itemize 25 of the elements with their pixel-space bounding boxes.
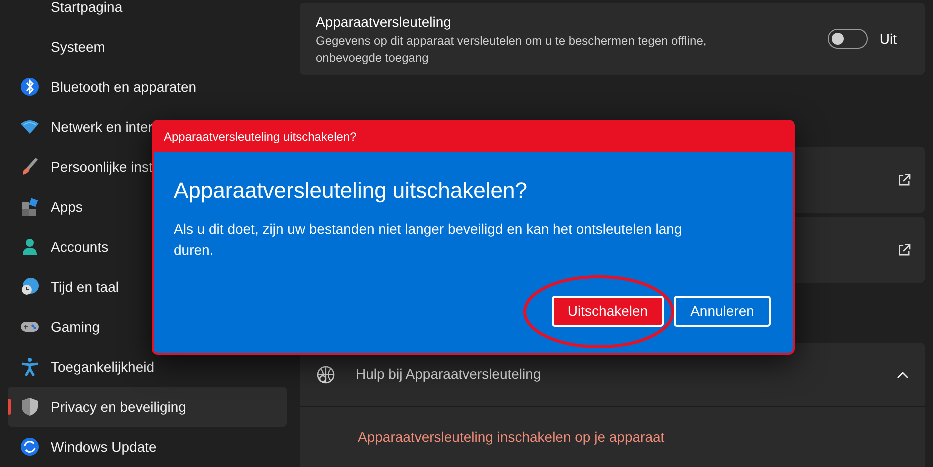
help-link[interactable]: Apparaatversleuteling inschakelen op je apparaat (358, 426, 925, 448)
sidebar-item[interactable]: Windows Update (8, 427, 287, 467)
refresh-icon (20, 437, 40, 457)
bluetooth-icon (20, 77, 40, 97)
external-link-icon (898, 174, 911, 186)
setting-title: Apparaatversleuteling (316, 12, 452, 32)
sidebar-item[interactable]: Bluetooth en apparaten (8, 67, 287, 107)
dialog-title: Apparaatversleuteling uitschakelen? (154, 122, 793, 152)
sidebar-item[interactable]: Startpagina (8, 0, 287, 27)
dialog-heading: Apparaatversleuteling uitschakelen? (174, 177, 528, 205)
setting-description: Gegevens op dit apparaat versleutelen om u te beschermen tegen offline, onbevoegde toegang (316, 32, 708, 66)
globe-search-icon (316, 364, 336, 384)
accessibility-icon (20, 357, 40, 377)
cancel-button[interactable]: Annuleren (674, 296, 771, 327)
sidebar-item[interactable]: Privacy en beveiliging (8, 387, 287, 427)
apps-icon (20, 197, 40, 217)
confirm-button[interactable]: Uitschakelen (552, 296, 664, 327)
external-link-icon (898, 244, 911, 256)
dialog-message: Als u dit doet, zijn uw bestanden niet langer beveiligd en kan het ontsleutelen lang duren. (174, 220, 684, 260)
toggle-label: Uit (880, 30, 897, 48)
globe-clock-icon (20, 277, 40, 297)
shield-icon (20, 397, 40, 417)
sidebar-item[interactable]: Systeem (8, 27, 287, 67)
toggle-switch[interactable] (828, 29, 868, 49)
chevron-icon (897, 370, 909, 378)
